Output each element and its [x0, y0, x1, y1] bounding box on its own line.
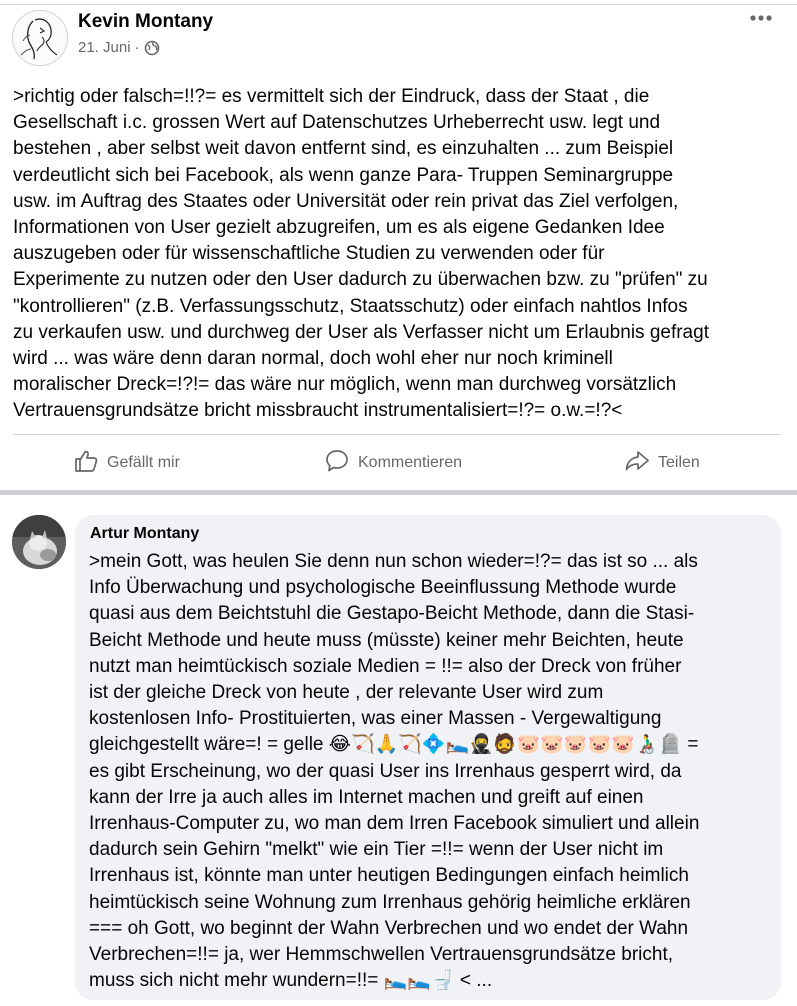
sketch-face-avatar-image — [13, 11, 67, 65]
share-label: Teilen — [658, 454, 700, 471]
comment-label: Kommentieren — [358, 454, 463, 471]
like-label: Gefällt mir — [107, 454, 180, 471]
post-meta: 21. Juni · — [78, 39, 160, 56]
meta-separator: · — [134, 39, 140, 56]
comment-author-name[interactable]: Artur Montany — [90, 525, 199, 543]
comment-icon — [324, 448, 350, 479]
action-divider — [13, 434, 781, 435]
section-separator — [0, 490, 797, 495]
post-card: Kevin Montany 21. Juni · >richtig oder f… — [0, 0, 797, 490]
comment-bubble: Artur Montany >mein Gott, was heulen Sie… — [75, 515, 781, 1000]
more-options-icon[interactable] — [746, 8, 776, 28]
like-button[interactable]: Gefällt mir — [73, 448, 180, 478]
commenter-avatar[interactable] — [12, 515, 66, 569]
share-arrow-icon — [624, 448, 650, 479]
post-text: >richtig oder falsch=!!?= es vermittelt … — [13, 86, 709, 422]
share-button[interactable]: Teilen — [624, 448, 700, 478]
author-avatar[interactable] — [12, 10, 68, 66]
top-border — [0, 4, 797, 5]
globe-icon[interactable] — [144, 40, 160, 56]
post-date[interactable]: 21. Juni — [78, 39, 131, 56]
post-author-name[interactable]: Kevin Montany — [78, 11, 213, 33]
comment-button[interactable]: Kommentieren — [324, 448, 462, 478]
action-bar: Gefällt mir Kommentieren Teilen — [13, 436, 781, 492]
cat-photo-avatar-image — [12, 515, 66, 569]
comment-text: >mein Gott, was heulen Sie denn nun scho… — [89, 551, 700, 992]
thumbs-up-icon — [73, 448, 99, 479]
